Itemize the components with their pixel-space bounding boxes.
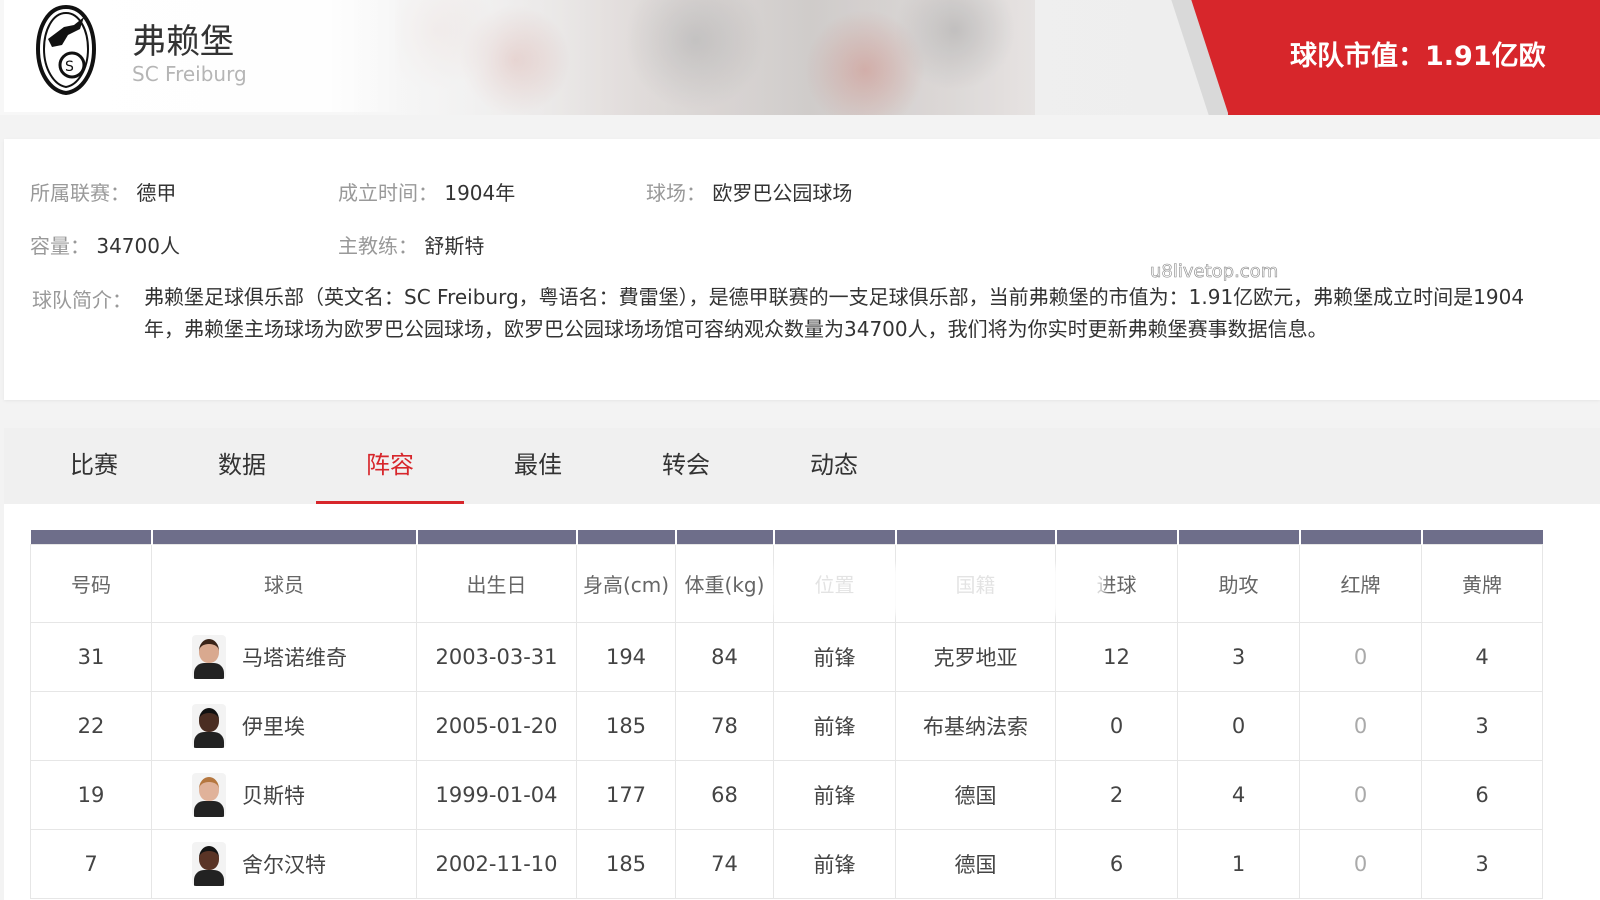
player-position: 前锋 xyxy=(773,828,896,899)
player-avatar[interactable] xyxy=(192,703,226,748)
tab-matches[interactable]: 比赛 xyxy=(20,428,168,504)
player-birth: 1999-01-04 xyxy=(416,759,577,830)
player-goals: 0 xyxy=(1055,690,1178,761)
player-yellow-cards: 3 xyxy=(1421,690,1543,761)
player-avatar[interactable] xyxy=(192,841,226,886)
player-height: 177 xyxy=(576,759,676,830)
player-birth: 2003-03-31 xyxy=(416,621,577,692)
player-goals: 6 xyxy=(1055,828,1178,899)
player-assists: 3 xyxy=(1177,621,1300,692)
player-name[interactable]: 马塔诺维奇 xyxy=(242,642,347,672)
player-yellow-cards: 6 xyxy=(1421,759,1543,830)
player-height: 185 xyxy=(576,690,676,761)
player-assists: 1 xyxy=(1177,828,1300,899)
col-red: 红牌 xyxy=(1299,543,1422,623)
player-birth: 2005-01-20 xyxy=(416,690,577,761)
player-birth: 2002-11-10 xyxy=(416,828,577,899)
player-cell: 贝斯特 xyxy=(151,759,417,830)
tab-stats[interactable]: 数据 xyxy=(168,428,316,504)
player-number: 19 xyxy=(30,759,152,830)
market-value: 球队市值：1.91亿欧 xyxy=(1290,41,1546,72)
col-assists: 助攻 xyxy=(1177,543,1300,623)
player-nation: 德国 xyxy=(895,828,1056,899)
player-number: 31 xyxy=(30,621,152,692)
player-name[interactable]: 伊里埃 xyxy=(242,711,305,741)
player-position: 前锋 xyxy=(773,759,896,830)
player-cell: 马塔诺维奇 xyxy=(151,621,417,692)
player-weight: 84 xyxy=(675,621,774,692)
team-logo-icon: S xyxy=(35,5,97,95)
player-assists: 4 xyxy=(1177,759,1300,830)
player-cell: 伊里埃 xyxy=(151,690,417,761)
founded-info: 成立时间： 1904年 xyxy=(338,181,516,205)
table-row[interactable]: 7 舍尔汉特 2002-11-10 185 74 前锋 德国 6 1 0 3 xyxy=(30,828,1543,899)
col-birth: 出生日 xyxy=(416,543,577,623)
col-height: 身高(cm) xyxy=(576,543,676,623)
player-assists: 0 xyxy=(1177,690,1300,761)
tab-news[interactable]: 动态 xyxy=(760,428,908,504)
player-cell: 舍尔汉特 xyxy=(151,828,417,899)
player-weight: 74 xyxy=(675,828,774,899)
player-red-cards: 0 xyxy=(1299,759,1422,830)
team-info-card: 所属联赛： 德甲 成立时间： 1904年 球场： 欧罗巴公园球场 容量： 347… xyxy=(4,139,1600,400)
player-height: 185 xyxy=(576,828,676,899)
player-red-cards: 0 xyxy=(1299,828,1422,899)
player-nation: 德国 xyxy=(895,759,1056,830)
watermark: u8livetop.com xyxy=(1150,261,1279,283)
team-banner: S 弗赖堡 SC Freiburg 球队市值：1.91亿欧 xyxy=(0,0,1600,115)
player-red-cards: 0 xyxy=(1299,690,1422,761)
col-number: 号码 xyxy=(30,543,152,623)
tab-transfers[interactable]: 转会 xyxy=(612,428,760,504)
team-name-en: SC Freiburg xyxy=(132,62,247,86)
player-number: 7 xyxy=(30,828,152,899)
table-row[interactable]: 22 伊里埃 2005-01-20 185 78 前锋 布基纳法索 0 0 0 3 xyxy=(30,690,1543,761)
tab-best[interactable]: 最佳 xyxy=(464,428,612,504)
player-yellow-cards: 3 xyxy=(1421,828,1543,899)
table-row[interactable]: 19 贝斯特 1999-01-04 177 68 前锋 德国 2 4 0 6 xyxy=(30,759,1543,830)
team-intro: 弗赖堡足球俱乐部（英文名：SC Freiburg，粤语名：費雷堡），是德甲联赛的… xyxy=(144,285,1525,341)
table-row[interactable]: 31 马塔诺维奇 2003-03-31 194 84 前锋 克罗地亚 12 3 0 4 xyxy=(30,621,1543,692)
col-player: 球员 xyxy=(151,543,417,623)
player-red-cards: 0 xyxy=(1299,621,1422,692)
player-name[interactable]: 贝斯特 xyxy=(242,780,305,810)
player-height: 194 xyxy=(576,621,676,692)
player-goals: 2 xyxy=(1055,759,1178,830)
stadium-info: 球场： 欧罗巴公园球场 xyxy=(646,181,853,205)
col-weight: 体重(kg) xyxy=(675,543,774,623)
player-nation: 布基纳法索 xyxy=(895,690,1056,761)
player-name[interactable]: 舍尔汉特 xyxy=(242,849,326,879)
tab-squad[interactable]: 阵容 xyxy=(316,428,464,504)
player-weight: 68 xyxy=(675,759,774,830)
player-goals: 12 xyxy=(1055,621,1178,692)
player-nation: 克罗地亚 xyxy=(895,621,1056,692)
squad-table-panel: 号码 球员 出生日 身高(cm) 体重(kg) 位置 国籍 进球 助攻 红牌 黄… xyxy=(4,504,1600,900)
coach-info: 主教练： 舒斯特 xyxy=(338,234,485,258)
team-tabs: 比赛 数据 阵容 最佳 转会 动态 xyxy=(4,428,1600,504)
capacity-info: 容量： 34700人 xyxy=(30,234,180,258)
player-number: 22 xyxy=(30,690,152,761)
intro-label: 球队简介： xyxy=(32,288,132,312)
team-name: 弗赖堡 xyxy=(132,22,234,62)
player-weight: 78 xyxy=(675,690,774,761)
league-info: 所属联赛： 德甲 xyxy=(30,181,177,205)
player-position: 前锋 xyxy=(773,621,896,692)
player-avatar[interactable] xyxy=(192,772,226,817)
svg-text:S: S xyxy=(65,59,74,75)
col-yellow: 黄牌 xyxy=(1421,543,1543,623)
player-position: 前锋 xyxy=(773,690,896,761)
league-value[interactable]: 德甲 xyxy=(136,181,176,205)
player-yellow-cards: 4 xyxy=(1421,621,1543,692)
player-avatar[interactable] xyxy=(192,634,226,679)
